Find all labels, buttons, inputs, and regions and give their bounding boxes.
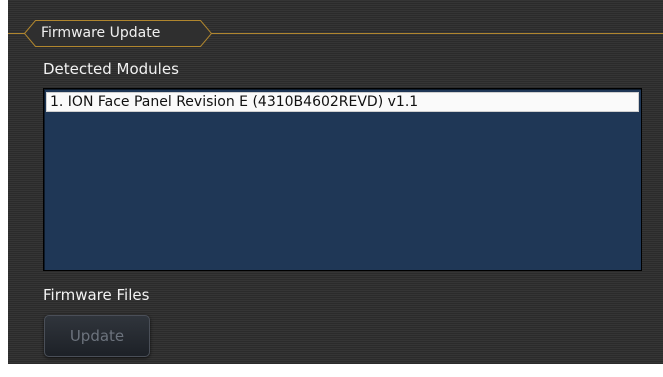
update-button-label: Update [69, 327, 125, 345]
tab-firmware-update[interactable]: Firmware Update [24, 19, 212, 47]
firmware-update-panel: Firmware Update Detected Modules 1. ION … [8, 0, 663, 364]
module-list-item[interactable]: 1. ION Face Panel Revision E (4310B4602R… [46, 92, 639, 112]
tab-title: Firmware Update [41, 25, 161, 41]
update-button[interactable]: Update [44, 315, 150, 357]
firmware-files-label: Firmware Files [43, 286, 150, 304]
module-item-text: 1. ION Face Panel Revision E (4310B4602R… [50, 94, 419, 110]
detected-modules-label: Detected Modules [43, 60, 179, 78]
detected-modules-list[interactable]: 1. ION Face Panel Revision E (4310B4602R… [43, 88, 642, 271]
